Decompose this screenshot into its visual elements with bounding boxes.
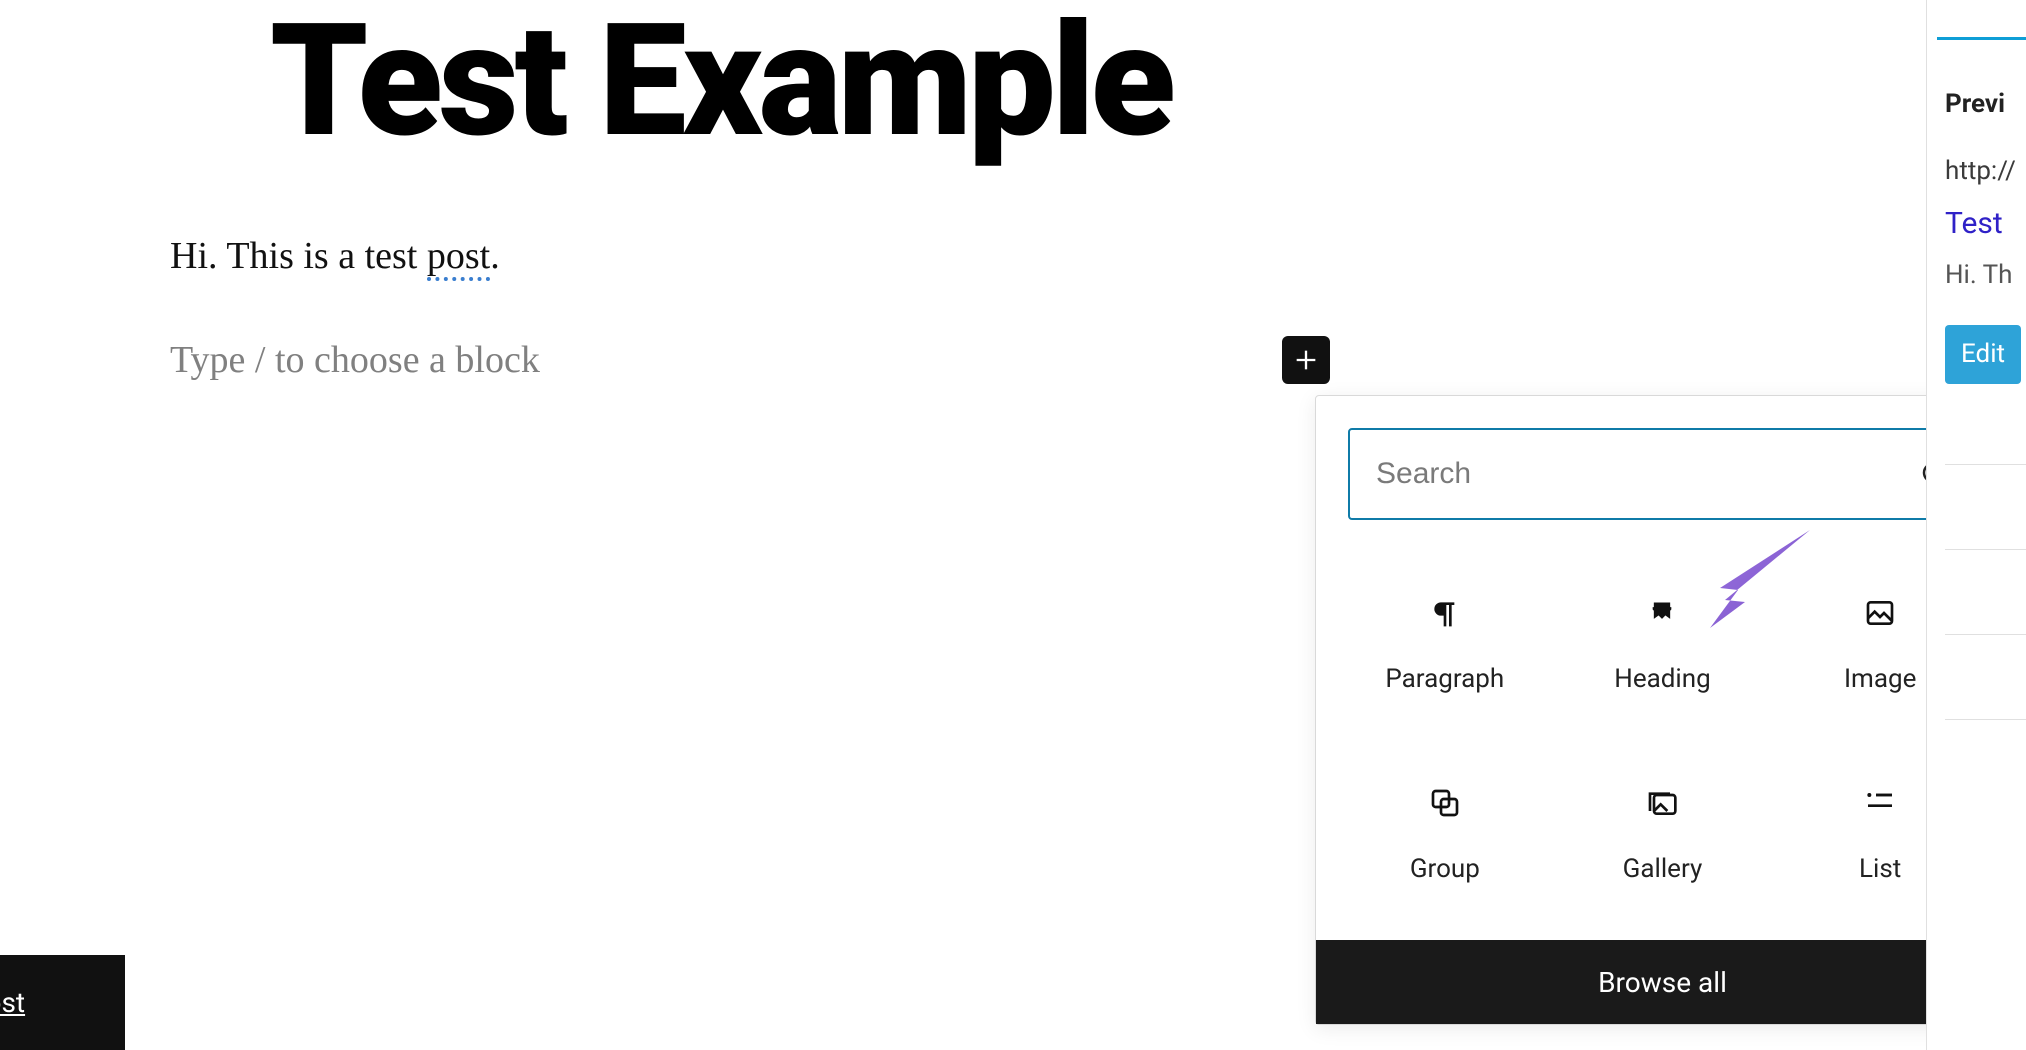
block-inserter-popover: Paragraph Heading Image Group Gallery <box>1315 395 2010 1025</box>
new-block-line[interactable]: Type / to choose a block <box>170 336 1330 384</box>
block-heading[interactable]: Heading <box>1554 550 1772 740</box>
gallery-icon <box>1645 786 1679 820</box>
sidebar-section[interactable] <box>1945 464 2026 549</box>
preview-url: http:// <box>1945 152 2026 191</box>
spellcheck-word[interactable]: post <box>427 235 490 281</box>
preview-heading: Previ <box>1945 85 2026 124</box>
preview-snippet: Hi. Th <box>1945 256 2026 295</box>
paragraph-icon <box>1428 596 1462 630</box>
browse-all-button[interactable]: Browse all <box>1316 940 2009 1024</box>
image-icon <box>1863 596 1897 630</box>
block-placeholder: Type / to choose a block <box>170 338 540 382</box>
sidebar-section[interactable] <box>1945 634 2026 719</box>
sidebar-active-tab[interactable] <box>1937 0 2026 40</box>
list-icon <box>1863 786 1897 820</box>
block-paragraph[interactable]: Paragraph <box>1336 550 1554 740</box>
block-label: Image <box>1844 664 1916 694</box>
view-post-label: w Post <box>0 986 25 1019</box>
sidebar-section[interactable] <box>1945 549 2026 634</box>
blocks-grid: Paragraph Heading Image Group Gallery <box>1316 530 2009 940</box>
block-group[interactable]: Group <box>1336 740 1554 930</box>
block-label: List <box>1859 854 1901 884</box>
group-icon <box>1428 786 1462 820</box>
block-label: Gallery <box>1623 854 1703 884</box>
editor-canvas: Test Example Hi. This is a test post. Ty… <box>0 0 1441 1050</box>
view-post-button[interactable]: w Post <box>0 955 125 1050</box>
post-body-tail: . <box>490 235 500 277</box>
preview-title[interactable]: Test <box>1945 201 2026 246</box>
inserter-search-input[interactable] <box>1376 457 1919 491</box>
block-gallery[interactable]: Gallery <box>1554 740 1772 930</box>
block-label: Paragraph <box>1385 664 1504 694</box>
inserter-search[interactable] <box>1348 428 1977 520</box>
post-title[interactable]: Test Example <box>270 0 1441 164</box>
plus-icon <box>1292 346 1320 374</box>
heading-icon <box>1645 596 1679 630</box>
add-block-button[interactable] <box>1282 336 1330 384</box>
block-label: Heading <box>1614 664 1710 694</box>
post-body-paragraph[interactable]: Hi. This is a test post. <box>170 234 1441 278</box>
sidebar-section[interactable] <box>1945 719 2026 804</box>
settings-sidebar: Previ http:// Test Hi. Th Edit <box>1926 0 2026 1050</box>
edit-snippet-button[interactable]: Edit <box>1945 325 2021 384</box>
sidebar-sections <box>1945 464 2026 804</box>
post-body-text: Hi. This is a test <box>170 235 427 277</box>
inserter-search-wrap <box>1316 396 2009 530</box>
block-label: Group <box>1410 854 1480 884</box>
